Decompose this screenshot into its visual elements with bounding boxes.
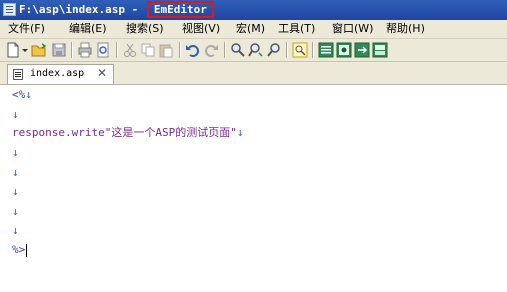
menu-window[interactable]: 窗口(W) [330, 20, 375, 38]
newline-mark: ↓ [12, 146, 19, 159]
view-3-icon[interactable] [354, 42, 370, 58]
text-caret [26, 243, 28, 257]
find-icon[interactable] [230, 42, 246, 58]
print-icon[interactable] [77, 42, 93, 58]
app-icon[interactable] [3, 3, 16, 16]
editor-line: ↓ [12, 202, 19, 222]
tab-index-asp[interactable]: index.asp ✕ [7, 64, 114, 84]
editor-line: ↓ [12, 221, 19, 241]
newline-mark: ↓ [12, 108, 19, 121]
menu-help[interactable]: 帮助(H) [384, 20, 427, 38]
toolbar-separator [116, 42, 117, 58]
find-next-icon[interactable] [248, 42, 264, 58]
editor-line: ↓ [12, 105, 19, 125]
newline-mark: ↓ [12, 166, 19, 179]
document-icon [13, 69, 23, 80]
menu-view[interactable]: 视图(V) [180, 20, 222, 38]
save-icon[interactable] [51, 42, 67, 58]
copy-icon[interactable] [140, 42, 156, 58]
tab-bar: index.asp ✕ [0, 62, 507, 85]
app-name-highlight: EmEditor [146, 1, 214, 18]
find-previous-icon[interactable] [266, 42, 282, 58]
menu-macro[interactable]: 宏(M) [234, 20, 267, 38]
cut-icon[interactable] [122, 42, 138, 58]
newline-mark: ↓ [12, 224, 19, 237]
tab-label: index.asp [30, 68, 85, 79]
editor-line: ↓ [12, 163, 19, 183]
menu-edit[interactable]: 编辑(E) [67, 20, 109, 38]
close-icon[interactable]: ✕ [97, 66, 107, 80]
window-title: F:\asp\index.asp - EmEditor [19, 1, 214, 18]
editor-line: ↓ [12, 182, 19, 202]
editor-line: ↓ [12, 143, 19, 163]
newline-mark: ↓ [236, 126, 244, 139]
toolbar-separator [179, 42, 180, 58]
newline-mark: ↓ [12, 205, 19, 218]
line-text: %> [12, 243, 26, 256]
open-folder-icon[interactable] [31, 42, 47, 58]
menu-file[interactable]: 文件(F) [6, 20, 47, 38]
print-preview-icon[interactable] [95, 42, 111, 58]
window-title-path: F:\asp\index.asp - [19, 3, 145, 16]
newline-mark: ↓ [25, 88, 32, 101]
paste-icon[interactable] [158, 42, 174, 58]
editor-line: response.write"这是一个ASP的测试页面"↓ [12, 123, 243, 143]
toolbar-separator [312, 42, 313, 58]
view-4-icon[interactable] [372, 42, 388, 58]
editor-line: <%↓ [12, 85, 32, 105]
editor-area[interactable]: <%↓ ↓ response.write"这是一个ASP的测试页面"↓ ↓ ↓ … [0, 85, 507, 292]
toolbar-separator [71, 42, 72, 58]
line-text: response.write"这是一个ASP的测试页面" [12, 126, 237, 139]
highlight-icon[interactable] [292, 42, 308, 58]
editor-line: %> [12, 240, 28, 260]
undo-icon[interactable] [185, 42, 201, 58]
redo-icon[interactable] [203, 42, 219, 58]
new-file-icon[interactable] [5, 42, 21, 58]
menu-search[interactable]: 搜索(S) [124, 20, 166, 38]
view-1-icon[interactable] [318, 42, 334, 58]
newline-mark: ↓ [12, 185, 19, 198]
toolbar-separator [286, 42, 287, 58]
toolbar-separator [224, 42, 225, 58]
toolbar [0, 39, 507, 62]
menu-bar: 文件(F) 编辑(E) 搜索(S) 视图(V) 宏(M) 工具(T) 窗口(W)… [0, 20, 507, 39]
title-bar: F:\asp\index.asp - EmEditor [0, 0, 507, 20]
view-2-icon[interactable] [336, 42, 352, 58]
menu-tools[interactable]: 工具(T) [276, 20, 317, 38]
line-text: <% [12, 88, 26, 101]
dropdown-icon[interactable] [21, 42, 29, 58]
